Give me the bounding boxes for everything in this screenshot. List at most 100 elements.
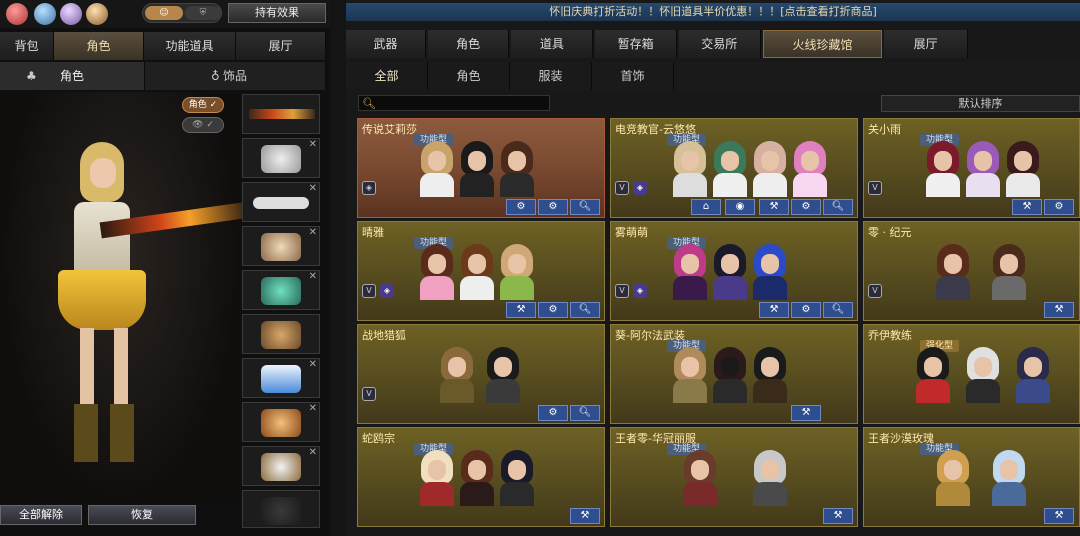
gear-icon[interactable]: ⚙ <box>791 302 821 318</box>
subtab-jewelry[interactable]: 首饰 <box>592 62 674 90</box>
product-card[interactable]: 蛇鸥宗 功能型 ⚒ <box>357 427 605 527</box>
top-icon-bar: ☺ ⛨ 持有效果 <box>0 0 330 28</box>
wrench-button[interactable]: ⚒ <box>791 405 821 421</box>
search-input[interactable]: 🔍︎ <box>358 95 550 111</box>
subtab-all[interactable]: 全部 <box>346 62 428 90</box>
tab-weapon[interactable]: 武器 <box>346 30 426 58</box>
close-icon[interactable]: ✕ <box>309 447 317 458</box>
slot-charm[interactable]: ✕ <box>242 402 320 442</box>
preview-button[interactable]: ◉ <box>725 199 755 215</box>
sort-dropdown[interactable]: 默认排序 <box>881 95 1080 112</box>
wrench-button[interactable]: ⚒ <box>1044 508 1074 524</box>
headphones-icon <box>261 145 301 173</box>
card-title: 雾萌萌 <box>615 226 648 239</box>
tab-function-items[interactable]: 功能道具 <box>144 32 236 60</box>
card-title: 关小雨 <box>868 123 901 136</box>
v-badge-icon: V <box>362 284 376 298</box>
close-icon[interactable]: ✕ <box>309 359 317 370</box>
slot-backpack[interactable]: ✕ <box>242 270 320 310</box>
subtab-character[interactable]: ♣ 角色 <box>0 62 145 90</box>
left-panel: ☺ ⛨ 持有效果 背包 角色 功能道具 展厅 ♣ 角色 ♁ 饰品 角色 ✓ 👁 … <box>0 0 330 536</box>
wrench-button[interactable]: ⚒ <box>823 508 853 524</box>
product-card[interactable]: 雾萌萌 功能型 V ◈ ⚒ ⚙ 🔍︎ <box>610 221 858 321</box>
chip-eye[interactable]: 👁 ✓ <box>182 117 224 133</box>
gear-icon[interactable]: ⚙ <box>1044 199 1074 215</box>
settings-button[interactable]: ⚙ <box>506 199 536 215</box>
chip-role[interactable]: 角色 ✓ <box>182 97 224 113</box>
shop-icon[interactable] <box>6 3 28 25</box>
v-badge-icon: V <box>615 181 629 195</box>
hanger-button[interactable]: ⌂ <box>691 199 721 215</box>
wrench-button[interactable]: ⚒ <box>1044 302 1074 318</box>
wrench-button[interactable]: ⚒ <box>570 508 600 524</box>
slot-headphones[interactable]: ✕ <box>242 138 320 178</box>
product-card[interactable]: 王者沙漠玫瑰 功能型 ⚒ <box>863 427 1080 527</box>
gear-icon[interactable]: ⚙ <box>791 199 821 215</box>
refresh-icon[interactable] <box>34 3 56 25</box>
character-icon[interactable] <box>60 3 82 25</box>
slot-empty[interactable] <box>242 490 320 528</box>
shield-badge-icon: ◈ <box>633 181 647 195</box>
product-card[interactable]: 乔伊教练 强化型 <box>863 324 1080 424</box>
search-icon[interactable]: 🔍︎ <box>823 199 853 215</box>
product-card[interactable]: 零 · 纪元 V ⚒ <box>863 221 1080 321</box>
product-card[interactable]: 葵-阿尔法武装 功能型 ⚒ <box>610 324 858 424</box>
search-icon[interactable]: 🔍︎ <box>570 199 600 215</box>
product-card[interactable]: 王者零-华冠丽服 功能型 ⚒ <box>610 427 858 527</box>
subtab-accessory[interactable]: ♁ 饰品 <box>145 62 326 90</box>
product-card[interactable]: 传说艾莉莎 功能型 ◈ ⚙ ⚙ 🔍︎ <box>357 118 605 218</box>
character-preview[interactable]: 角色 ✓ 👁 ✓ <box>0 92 251 502</box>
subtab-costume[interactable]: 服装 <box>510 62 592 90</box>
card-title: 零 · 纪元 <box>868 226 912 239</box>
wrench-button[interactable]: ⚒ <box>1012 199 1042 215</box>
tab-bag[interactable]: 背包 <box>0 32 54 60</box>
left-sub-tabs: ♣ 角色 ♁ 饰品 <box>0 62 326 90</box>
tab-items[interactable]: 道具 <box>511 30 594 58</box>
product-card[interactable]: 战地猎狐 V ⚙ 🔍︎ <box>357 324 605 424</box>
search-icon[interactable]: 🔍︎ <box>570 405 600 421</box>
search-icon[interactable]: 🔍︎ <box>823 302 853 318</box>
product-card[interactable]: 电竞教官-云悠悠 功能型 V ◈ ⌂ ◉ ⚒ ⚙ 🔍︎ <box>610 118 858 218</box>
tab-collection[interactable]: 火线珍藏馆 <box>762 30 883 58</box>
wrench-button[interactable]: ⚒ <box>506 302 536 318</box>
slot-jar[interactable] <box>242 314 320 354</box>
subtab-role[interactable]: 角色 <box>428 62 510 90</box>
slot-weapon[interactable] <box>242 94 320 134</box>
tab-character[interactable]: 角色 <box>54 32 144 60</box>
gear-icon[interactable]: ⚙ <box>538 405 568 421</box>
card-title: 蛇鸥宗 <box>362 432 395 445</box>
close-icon[interactable]: ✕ <box>309 139 317 150</box>
restore-button[interactable]: 恢复 <box>88 505 196 525</box>
character-sub-icon: ♣ <box>26 69 37 83</box>
unequip-all-button[interactable]: 全部解除 <box>0 505 82 525</box>
slot-pet[interactable]: ✕ <box>242 226 320 266</box>
close-icon[interactable]: ✕ <box>309 403 317 414</box>
owned-effects-button[interactable]: 持有效果 <box>228 3 326 23</box>
close-icon[interactable]: ✕ <box>309 271 317 282</box>
tab-showroom[interactable]: 展厅 <box>236 32 326 60</box>
product-card[interactable]: 晴雅 功能型 V ◈ ⚒ ⚙ 🔍︎ <box>357 221 605 321</box>
close-icon[interactable]: ✕ <box>309 227 317 238</box>
slot-blade[interactable]: ✕ <box>242 446 320 486</box>
rifle-icon <box>249 109 315 119</box>
wrench-button[interactable]: ⚒ <box>759 199 789 215</box>
search-icon[interactable]: 🔍︎ <box>570 302 600 318</box>
product-card[interactable]: 关小雨 功能型 V ⚒ ⚙ <box>863 118 1080 218</box>
slot-armband[interactable]: ✕ <box>242 182 320 222</box>
face-view-icon[interactable]: ☺ <box>145 6 183 20</box>
shield-view-icon[interactable]: ⛨ <box>185 6 221 20</box>
tab-storage[interactable]: 暂存箱 <box>595 30 677 58</box>
close-icon[interactable]: ✕ <box>309 183 317 194</box>
view-toggle[interactable]: ☺ ⛨ <box>142 3 222 23</box>
bag-icon[interactable] <box>86 3 108 25</box>
tab-exchange[interactable]: 交易所 <box>678 30 761 58</box>
wrench-button[interactable]: ⚒ <box>759 302 789 318</box>
gear-icon[interactable]: ⚙ <box>538 302 568 318</box>
character-model <box>40 142 251 462</box>
tab-showroom-store[interactable]: 展厅 <box>884 30 968 58</box>
tab-role[interactable]: 角色 <box>427 30 510 58</box>
gear-icon[interactable]: ⚙ <box>538 199 568 215</box>
slot-card[interactable]: ✕ <box>242 358 320 398</box>
promo-ticker[interactable]: 怀旧庆典打折活动！！怀旧道具半价优惠！！！[点击查看打折商品] <box>346 3 1080 21</box>
pet-icon <box>261 233 301 261</box>
